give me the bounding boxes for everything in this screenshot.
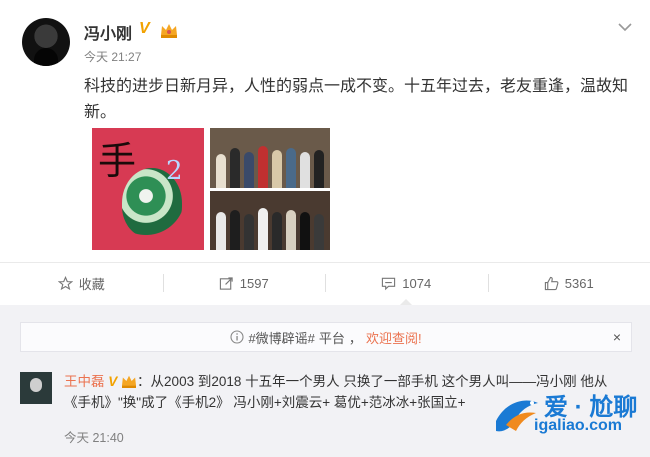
post-text: 科技的进步日新月异，人性的弱点一成不变。十五年过去，老友重逢，温故知新。 [84,78,629,121]
watermark-url: igaliao.com [534,417,623,434]
repost-icon [219,276,233,290]
comment-button[interactable]: 1074 [325,263,488,305]
post-image-group-photo-2[interactable] [210,191,330,250]
post-image-group-photo[interactable] [210,128,330,188]
commenter-avatar[interactable] [20,372,52,404]
info-icon [230,330,244,344]
action-bar: 收藏 1597 1074 5361 [0,263,650,305]
like-icon [544,276,559,290]
member-crown-icon [122,375,137,388]
chevron-down-icon[interactable] [618,20,632,34]
site-watermark: 爱 · 尬聊 igaliao.com [492,387,648,447]
member-crown-icon [161,24,177,38]
like-button[interactable]: 5361 [487,263,650,303]
rumor-notice-banner[interactable]: #微博辟谣# 平台，欢迎查阅! × [20,322,632,352]
notice-tag[interactable]: #微博辟谣# [248,328,314,347]
notice-separator: ， [348,330,362,346]
comment-icon [382,277,396,290]
favorite-button[interactable]: 收藏 [0,263,163,303]
repost-count: 1597 [239,275,269,291]
verified-badge-icon: V [139,20,150,37]
verified-badge-icon: V [108,374,118,389]
notice-text: 平台 [318,330,345,346]
star-icon [57,275,73,290]
author-avatar[interactable] [22,18,70,66]
poster-number: 2 [166,156,183,186]
favorite-label: 收藏 [78,276,105,292]
author-name[interactable]: 冯小刚 [84,20,132,44]
like-count: 5361 [564,275,594,291]
comment-count: 1074 [402,275,432,291]
comment-time: 今天 21:40 [64,431,124,445]
weibo-post: 冯小刚 V 今天 21:27 科技的进步日新月异，人性的弱点一成不变。十五年过去… [0,0,650,262]
repost-button[interactable]: 1597 [162,263,326,303]
notice-link[interactable]: 欢迎查阅! [366,328,422,347]
commenter-name[interactable]: 王中磊 [64,374,105,389]
close-icon[interactable]: × [613,329,621,345]
post-time[interactable]: 今天 21:27 [84,48,141,65]
post-image-poster[interactable]: 手 2 [92,128,204,250]
